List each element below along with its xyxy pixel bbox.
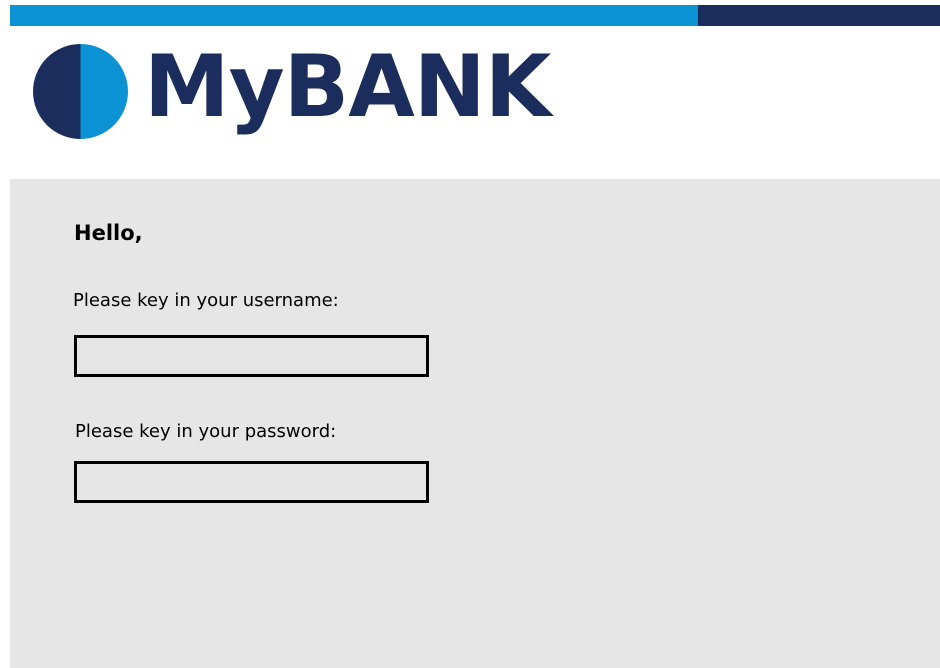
greeting-heading: Hello, (74, 221, 143, 245)
password-label: Please key in your password: (75, 421, 337, 442)
top-accent-bar (10, 5, 940, 26)
password-input[interactable] (74, 461, 429, 503)
top-accent-bar-dark (698, 5, 940, 26)
half-circle-logo-icon (33, 43, 128, 139)
username-input[interactable] (74, 335, 429, 377)
brand-logo: MyBANK (33, 37, 551, 141)
login-panel: Hello, Please key in your username: Plea… (10, 179, 940, 668)
brand-name: MyBANK (144, 37, 551, 137)
username-label: Please key in your username: (73, 290, 339, 311)
top-accent-bar-light (10, 5, 698, 26)
